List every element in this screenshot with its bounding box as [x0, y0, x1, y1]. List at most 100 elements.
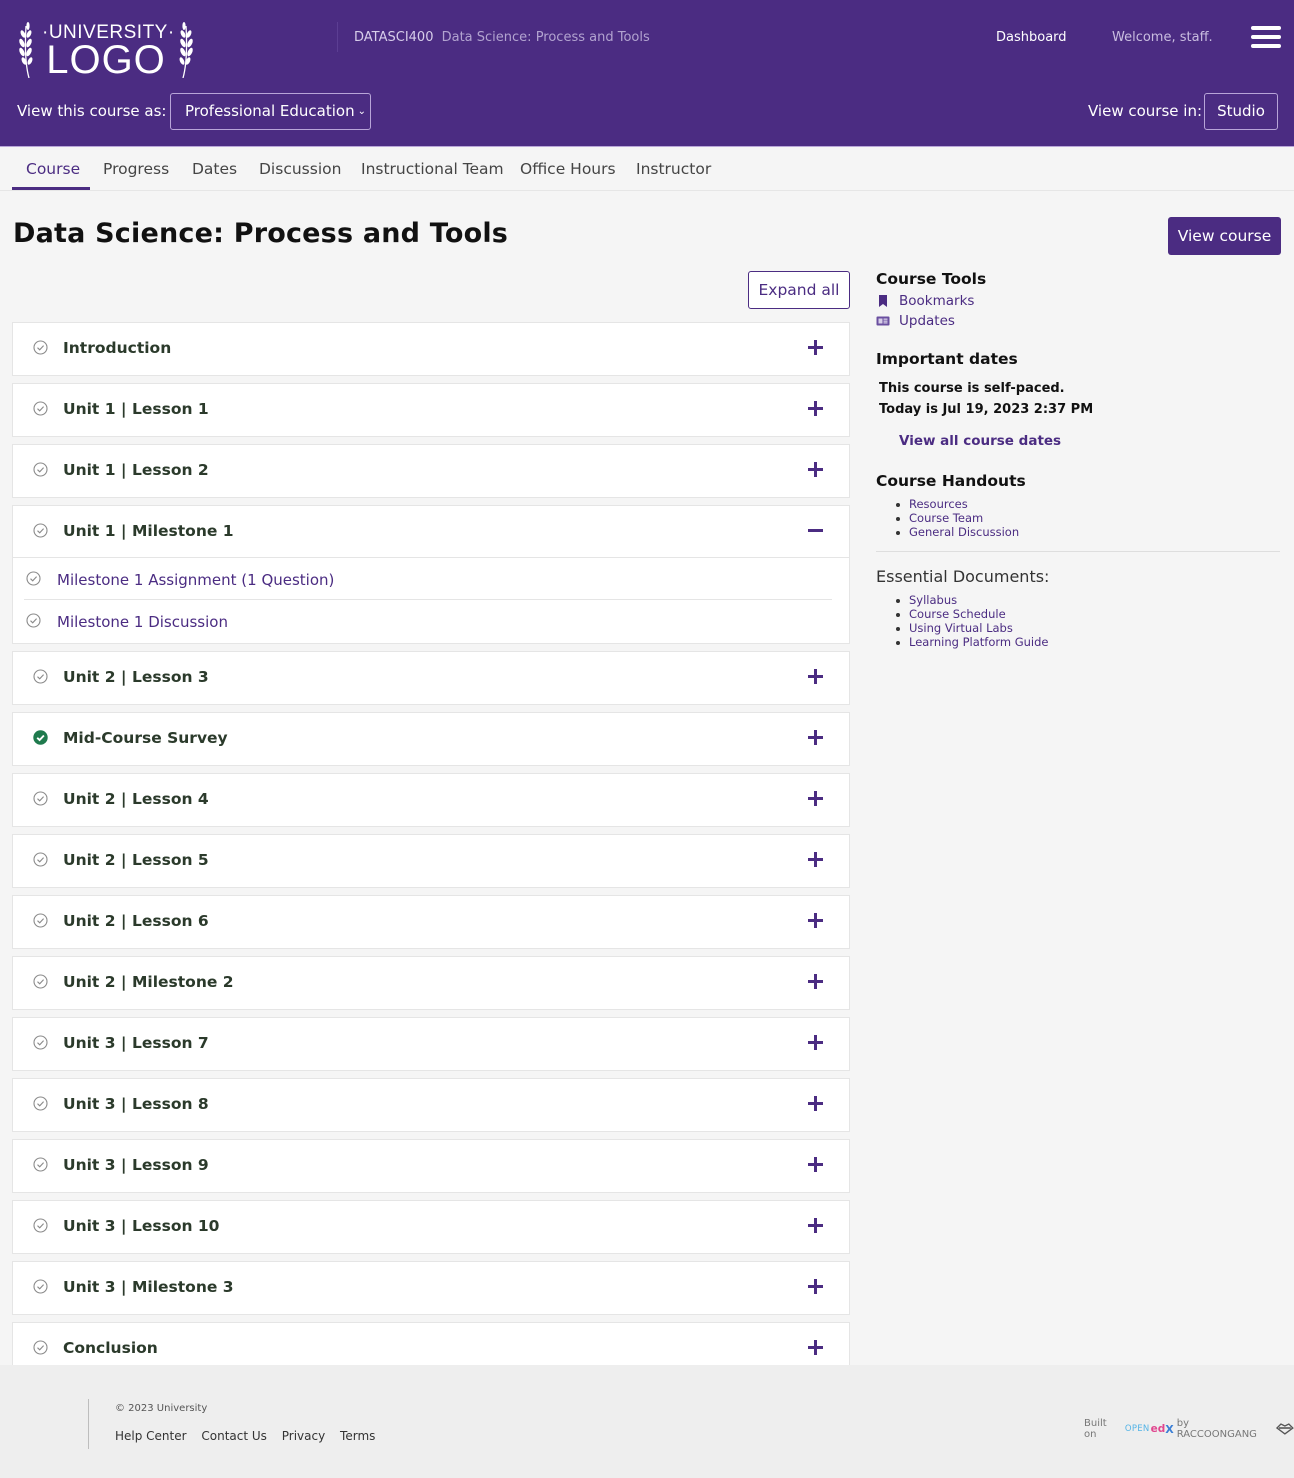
section-header[interactable]: Mid-Course Survey	[13, 713, 849, 765]
section-title: Unit 1 | Milestone 1	[63, 522, 234, 540]
doc-link-syllabus[interactable]: Syllabus	[896, 593, 1280, 607]
help-center-link[interactable]: Help Center	[115, 1429, 187, 1443]
doc-link-virtual-labs[interactable]: Using Virtual Labs	[896, 621, 1280, 635]
expand-plus-icon[interactable]	[808, 401, 824, 417]
site-footer: © 2023 University Help Center Contact Us…	[0, 1365, 1294, 1478]
view-all-dates-link[interactable]: View all course dates	[899, 433, 1280, 449]
tab-course[interactable]: Course	[26, 160, 80, 178]
view-as-dropdown[interactable]: Professional Education ⌄	[170, 93, 371, 130]
updates-link[interactable]: Updates	[876, 313, 1280, 329]
section-header[interactable]: Unit 2 | Lesson 6	[13, 896, 849, 948]
expand-plus-icon[interactable]	[808, 913, 824, 929]
course-section: Unit 2 | Lesson 6	[12, 895, 850, 949]
section-header[interactable]: Unit 3 | Milestone 3	[13, 1262, 849, 1314]
section-header[interactable]: Unit 1 | Lesson 2	[13, 445, 849, 497]
section-title: Unit 2 | Milestone 2	[63, 973, 234, 991]
expand-plus-icon[interactable]	[808, 791, 824, 807]
expand-plus-icon[interactable]	[808, 462, 824, 478]
section-header[interactable]: Unit 1 | Lesson 1	[13, 384, 849, 436]
important-dates-heading: Important dates	[876, 350, 1018, 368]
expand-plus-icon[interactable]	[808, 1035, 824, 1051]
contact-us-link[interactable]: Contact Us	[201, 1429, 267, 1443]
essential-documents-list: Syllabus Course Schedule Using Virtual L…	[876, 593, 1280, 649]
section-header[interactable]: Unit 1 | Milestone 1	[13, 506, 849, 558]
newspaper-icon	[876, 316, 890, 325]
course-section: Introduction	[12, 322, 850, 376]
expand-plus-icon[interactable]	[808, 340, 824, 356]
incomplete-check-icon	[33, 852, 48, 867]
section-header[interactable]: Unit 3 | Lesson 7	[13, 1018, 849, 1070]
course-section: Unit 2 | Lesson 3	[12, 651, 850, 705]
section-title: Unit 1 | Lesson 1	[63, 400, 209, 418]
privacy-link[interactable]: Privacy	[282, 1429, 325, 1443]
section-title: Introduction	[63, 339, 172, 357]
expand-plus-icon[interactable]	[808, 1340, 824, 1356]
bookmarks-link[interactable]: Bookmarks	[876, 292, 1280, 309]
expand-plus-icon[interactable]	[808, 1096, 824, 1112]
menu-icon[interactable]	[1251, 26, 1281, 48]
university-logo[interactable]: ·UNIVERSITY· LOGO	[14, 18, 198, 82]
course-tools-heading: Course Tools	[876, 270, 987, 288]
handout-link-general-discussion[interactable]: General Discussion	[896, 525, 1280, 539]
section-title: Unit 3 | Lesson 8	[63, 1095, 209, 1113]
terms-link[interactable]: Terms	[340, 1429, 375, 1443]
section-header[interactable]: Unit 2 | Lesson 5	[13, 835, 849, 887]
section-header[interactable]: Introduction	[13, 323, 849, 375]
expand-plus-icon[interactable]	[808, 974, 824, 990]
expand-plus-icon[interactable]	[808, 1279, 824, 1295]
course-section: Unit 3 | Lesson 7	[12, 1017, 850, 1071]
course-section: Mid-Course Survey	[12, 712, 850, 766]
expand-plus-icon[interactable]	[808, 1218, 824, 1234]
view-course-button[interactable]: View course	[1168, 217, 1281, 255]
section-header[interactable]: Unit 3 | Lesson 9	[13, 1140, 849, 1192]
tab-instructional-team[interactable]: Instructional Team	[361, 160, 504, 178]
bookmarks-label: Bookmarks	[899, 292, 975, 309]
course-name: Data Science: Process and Tools	[441, 30, 650, 45]
header-divider	[337, 22, 338, 52]
wheat-icon	[179, 22, 193, 78]
dashboard-link[interactable]: Dashboard	[996, 30, 1067, 45]
doc-link-course-schedule[interactable]: Course Schedule	[896, 607, 1280, 621]
bookmark-icon	[879, 294, 887, 307]
course-handouts-heading: Course Handouts	[876, 472, 1026, 490]
footer-links: Help Center Contact Us Privacy Terms	[115, 1429, 386, 1443]
expand-all-button[interactable]: Expand all	[748, 271, 850, 309]
tab-instructor[interactable]: Instructor	[636, 160, 711, 178]
tab-dates[interactable]: Dates	[192, 160, 237, 178]
handout-link-course-team[interactable]: Course Team	[896, 511, 1280, 525]
dates-info: This course is self-paced. Today is Jul …	[876, 378, 1280, 420]
subsection-list: Milestone 1 Assignment (1 Question) Miles…	[13, 558, 849, 643]
incomplete-check-icon	[26, 613, 41, 628]
section-header[interactable]: Unit 3 | Lesson 10	[13, 1201, 849, 1253]
section-title: Unit 2 | Lesson 5	[63, 851, 209, 869]
expand-plus-icon[interactable]	[808, 1157, 824, 1173]
incomplete-check-icon	[33, 913, 48, 928]
section-title: Unit 2 | Lesson 6	[63, 912, 209, 930]
section-header[interactable]: Unit 2 | Lesson 3	[13, 652, 849, 704]
subsection-link[interactable]: Milestone 1 Discussion	[24, 600, 832, 643]
handout-link-resources[interactable]: Resources	[896, 497, 1280, 511]
collapse-minus-icon[interactable]	[808, 523, 824, 539]
course-code: DATASCI400	[354, 30, 434, 45]
section-header[interactable]: Unit 2 | Lesson 4	[13, 774, 849, 826]
expand-plus-icon[interactable]	[808, 852, 824, 868]
subsection-link[interactable]: Milestone 1 Assignment (1 Question)	[24, 558, 832, 600]
view-as-label: View this course as:	[17, 102, 167, 120]
course-outline: Introduction Unit 1 | Lesson 1 Unit 1 | Le…	[12, 322, 850, 1383]
studio-button[interactable]: Studio	[1204, 93, 1278, 130]
essential-documents-heading: Essential Documents:	[876, 567, 1050, 586]
incomplete-check-icon	[26, 571, 41, 586]
section-header[interactable]: Unit 3 | Lesson 8	[13, 1079, 849, 1131]
section-header[interactable]: Unit 2 | Milestone 2	[13, 957, 849, 1009]
course-section: Unit 1 | Milestone 1 Milestone 1 Assignme…	[12, 505, 850, 644]
built-on-badge[interactable]: Built on OPEN ed X by RACCOONGANG	[1084, 1418, 1294, 1440]
expand-plus-icon[interactable]	[808, 669, 824, 685]
tab-office-hours[interactable]: Office Hours	[520, 160, 616, 178]
tab-progress[interactable]: Progress	[103, 160, 169, 178]
tab-discussion[interactable]: Discussion	[259, 160, 341, 178]
logo-main-text: LOGO	[46, 38, 166, 82]
section-title: Unit 2 | Lesson 3	[63, 668, 209, 686]
doc-link-platform-guide[interactable]: Learning Platform Guide	[896, 635, 1280, 649]
expand-plus-icon[interactable]	[808, 730, 824, 746]
view-as-selected: Professional Education	[185, 102, 355, 120]
